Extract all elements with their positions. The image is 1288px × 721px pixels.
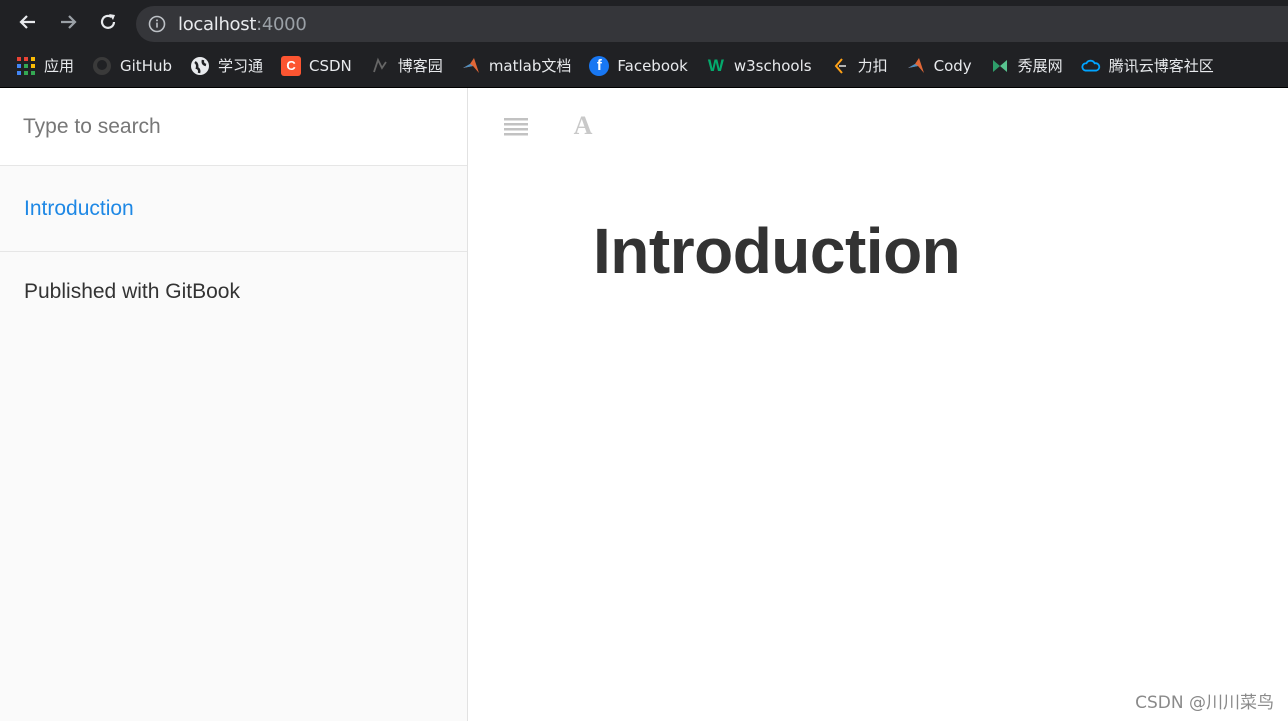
csdn-icon: C [281,55,302,76]
bookmark-facebook[interactable]: f Facebook [589,51,688,81]
search-input[interactable] [23,114,443,139]
cnblogs-icon [370,56,390,76]
summary-link-introduction[interactable]: Introduction [24,197,134,221]
forward-arrow-icon [61,15,77,29]
url-port: :4000 [256,13,307,35]
page-title: Introduction [593,215,961,287]
book-body: A Introduction CSDN @川川菜鸟 [469,88,1288,721]
bookmark-label: 学习通 [218,57,264,75]
info-icon [148,15,166,33]
bookmark-matlab[interactable]: matlab文档 [461,51,572,81]
bookmark-label: w3schools [733,56,812,75]
url-host: localhost [178,13,257,35]
bookmark-label: 腾讯云博客社区 [1108,57,1214,75]
bookmark-tencent-cloud[interactable]: 腾讯云博客社区 [1081,51,1214,81]
bookmarks-bar: 应用 GitHub 学习通 C CSDN 博客园 matlab文档 f Face… [0,44,1288,88]
reload-button[interactable] [88,2,128,42]
bookmark-label: Cody [933,56,972,75]
bookmark-label: 力扣 [857,57,888,75]
bookmark-w3schools[interactable]: W w3schools [706,51,812,81]
search-box [0,88,467,166]
globe-icon [190,56,210,76]
xiuzhan-icon [990,56,1010,76]
bookmark-cnblogs[interactable]: 博客园 [370,51,443,81]
apps-grid-icon [16,56,36,76]
hamburger-icon [504,118,528,136]
matlab-icon [906,56,926,76]
bookmark-label: 秀展网 [1017,57,1063,75]
w3schools-icon: W [707,55,724,75]
book-summary-sidebar: Introduction Published with GitBook [0,88,468,721]
facebook-icon: f [589,55,610,76]
toggle-sidebar-button[interactable] [501,112,531,140]
bookmark-xiuzhan[interactable]: 秀展网 [990,51,1063,81]
bookmark-github[interactable]: GitHub [92,51,172,81]
back-button[interactable] [8,2,48,42]
matlab-icon [461,56,481,76]
github-icon [92,56,112,76]
reload-icon [100,14,116,29]
font-settings-button[interactable]: A [568,111,598,140]
back-arrow-icon [19,15,35,29]
bookmark-leetcode[interactable]: 力扣 [830,51,888,81]
bookmark-label: 应用 [44,57,75,75]
bookmark-label: CSDN [309,56,352,75]
forward-button[interactable] [48,2,88,42]
tencent-cloud-icon [1081,56,1101,76]
browser-toolbar: localhost:4000 [0,0,1288,44]
leetcode-icon [830,56,850,76]
summary-item-introduction[interactable]: Introduction [0,166,467,252]
bookmark-label: 博客园 [397,57,443,75]
bookmark-label: matlab文档 [488,57,572,75]
watermark: CSDN @川川菜鸟 [1135,693,1274,713]
published-with-gitbook[interactable]: Published with GitBook [0,252,467,304]
font-a-icon: A [573,111,593,140]
bookmark-csdn[interactable]: C CSDN [281,51,352,81]
bookmark-label: Facebook [617,56,688,75]
bookmark-cody[interactable]: Cody [906,51,972,81]
bookmark-label: GitHub [120,56,172,75]
bookmark-apps[interactable]: 应用 [16,51,74,81]
bookmark-xuexitong[interactable]: 学习通 [190,51,263,81]
address-bar[interactable]: localhost:4000 [136,6,1288,42]
